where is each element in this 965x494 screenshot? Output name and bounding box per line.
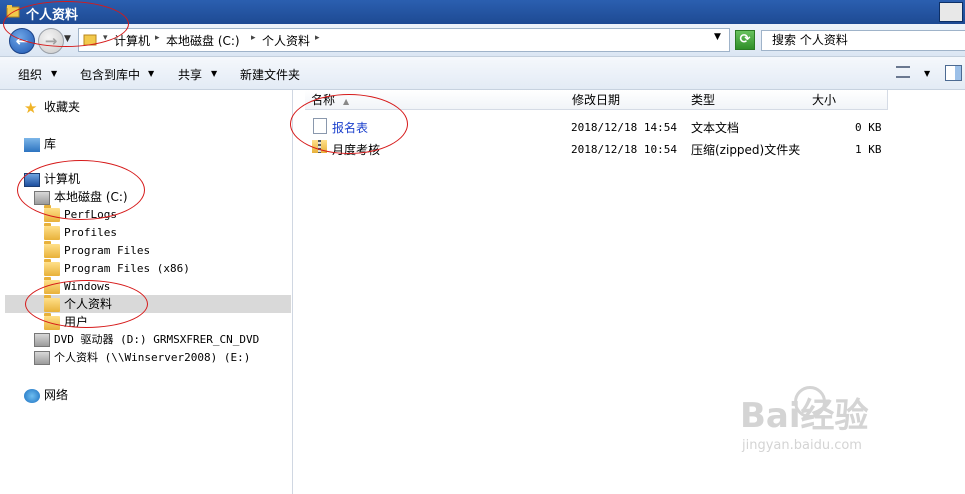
network-icon: [24, 388, 40, 403]
nav-folder-windows[interactable]: Windows: [44, 277, 111, 296]
organize-button[interactable]: 组织: [18, 66, 42, 83]
breadcrumb-local-disk[interactable]: 本地磁盘 (C:): [166, 32, 240, 49]
share-button[interactable]: 共享: [178, 66, 202, 83]
folder-icon: [44, 277, 60, 294]
nav-label: 个人资料: [64, 297, 113, 311]
watermark: Bai经验 jingyan.baidu.com: [740, 386, 869, 453]
folder-icon: [83, 32, 97, 49]
drive-icon: [34, 190, 50, 205]
network-drive-icon: [34, 351, 50, 365]
nav-libraries[interactable]: 库: [24, 135, 56, 153]
chevron-down-icon[interactable]: ▾: [103, 33, 108, 43]
nav-label: Windows: [64, 280, 111, 293]
nav-local-disk[interactable]: 本地磁盘 (C:): [34, 188, 128, 206]
watermark-url: jingyan.baidu.com: [742, 438, 862, 453]
nav-label: 本地磁盘 (C:): [54, 190, 128, 204]
table-row[interactable]: 报名表 2018/12/18 14:54 文本文档 0 KB: [293, 118, 965, 138]
folder-icon: [44, 294, 60, 312]
breadcrumb-current[interactable]: 个人资料: [262, 32, 310, 49]
folder-icon: [44, 205, 60, 222]
folder-icon: [44, 241, 60, 258]
nav-folder-users[interactable]: 用户: [44, 312, 89, 331]
refresh-button[interactable]: ⟳: [735, 30, 755, 50]
nav-network[interactable]: 网络: [24, 386, 68, 404]
nav-label: 用户: [64, 315, 89, 329]
window-title: 个人资料: [26, 8, 79, 23]
library-icon: [24, 137, 40, 152]
nav-label: PerfLogs: [64, 208, 117, 221]
nav-folder-perflogs[interactable]: PerfLogs: [44, 205, 117, 224]
file-name[interactable]: 报名表: [332, 118, 368, 138]
nav-label: Program Files (x86): [64, 262, 190, 275]
file-modified: 2018/12/18 10:54: [571, 143, 677, 156]
chevron-down-icon[interactable]: ▼: [714, 32, 721, 42]
column-header-type[interactable]: 类型: [685, 90, 807, 110]
chevron-down-icon: ▼: [51, 69, 58, 78]
chevron-down-icon[interactable]: ▼: [64, 34, 71, 44]
chevron-down-icon[interactable]: ▸: [315, 33, 320, 43]
file-type: 文本文档: [691, 121, 740, 135]
nav-folder-profiles[interactable]: Profiles: [44, 223, 117, 242]
nav-network-share[interactable]: 个人资料 (\\Winserver2008) (E:): [34, 349, 250, 367]
nav-label: 个人资料 (\\Winserver2008) (E:): [54, 351, 251, 364]
nav-label: 收藏夹: [44, 100, 81, 114]
search-input[interactable]: 搜索 个人资料: [761, 30, 965, 51]
file-type: 压缩(zipped)文件夹: [691, 143, 801, 157]
nav-label: 计算机: [44, 172, 81, 186]
paw-logo-icon: [794, 386, 826, 418]
nav-folder-personal-data[interactable]: 个人资料: [44, 294, 113, 313]
nav-folder-program-files[interactable]: Program Files: [44, 241, 151, 260]
chevron-down-icon[interactable]: ▸: [251, 33, 256, 43]
nav-folder-program-files-x86[interactable]: Program Files (x86): [44, 259, 190, 278]
star-icon: ★: [24, 98, 38, 117]
file-size: 1 KB: [855, 143, 882, 156]
dvd-drive-icon: [34, 333, 50, 347]
column-header-modified[interactable]: 修改日期: [566, 90, 686, 110]
nav-label: Profiles: [64, 226, 117, 239]
file-size: 0 KB: [855, 121, 882, 134]
folder-icon: [44, 312, 60, 330]
nav-favorites[interactable]: ★ 收藏夹: [24, 98, 80, 116]
column-label: 大小: [812, 93, 837, 107]
column-header-size[interactable]: 大小: [806, 90, 888, 110]
nav-computer[interactable]: 计算机: [24, 170, 80, 188]
sort-up-icon: ▲: [343, 97, 350, 106]
address-input[interactable]: ▾ 计算机 ▸ 本地磁盘 (C:) ▸ 个人资料 ▸: [78, 28, 730, 52]
command-toolbar: 组织 ▼ 包含到库中 ▼ 共享 ▼ 新建文件夹 ▼: [0, 57, 965, 90]
folder-icon: [44, 223, 60, 240]
nav-label: DVD 驱动器 (D:) GRMSXFRER_CN_DVD: [54, 333, 260, 346]
view-options-icon[interactable]: [896, 66, 910, 78]
address-bar: ← → ▼ ▾ 计算机 ▸ 本地磁盘 (C:) ▸ 个人资料 ▸ ▼ ⟳ 搜索 …: [0, 24, 965, 57]
folder-icon: [6, 4, 20, 22]
chevron-down-icon: ▼: [148, 69, 155, 78]
column-label: 修改日期: [572, 93, 621, 107]
column-label: 类型: [691, 93, 716, 107]
chevron-down-icon[interactable]: ▼: [924, 69, 930, 78]
table-row[interactable]: 月度考核 2018/12/18 10:54 压缩(zipped)文件夹 1 KB: [293, 140, 965, 160]
breadcrumb-computer[interactable]: 计算机: [114, 32, 150, 49]
nav-label: 库: [44, 137, 57, 151]
back-button[interactable]: ←: [9, 28, 35, 54]
folder-icon: [44, 259, 60, 276]
include-in-library-button[interactable]: 包含到库中: [80, 66, 140, 83]
column-label: 名称: [311, 93, 336, 107]
nav-label: Program Files: [64, 244, 151, 257]
file-name[interactable]: 月度考核: [332, 140, 380, 160]
column-header-name[interactable]: 名称 ▲: [305, 90, 567, 110]
nav-label: 网络: [44, 388, 69, 402]
maximize-button[interactable]: [939, 2, 963, 22]
chevron-down-icon[interactable]: ▸: [155, 33, 160, 43]
navigation-pane: ★ 收藏夹 库 计算机 本地磁盘 (C:) PerfLogs Profiles P…: [0, 90, 293, 494]
title-bar: 个人资料: [0, 0, 965, 24]
computer-icon: [24, 172, 40, 187]
nav-dvd-drive[interactable]: DVD 驱动器 (D:) GRMSXFRER_CN_DVD: [34, 331, 259, 349]
chevron-down-icon: ▼: [211, 69, 218, 78]
preview-pane-icon[interactable]: [945, 65, 962, 81]
forward-button[interactable]: →: [38, 28, 64, 54]
new-folder-button[interactable]: 新建文件夹: [240, 66, 300, 83]
file-modified: 2018/12/18 14:54: [571, 121, 677, 134]
